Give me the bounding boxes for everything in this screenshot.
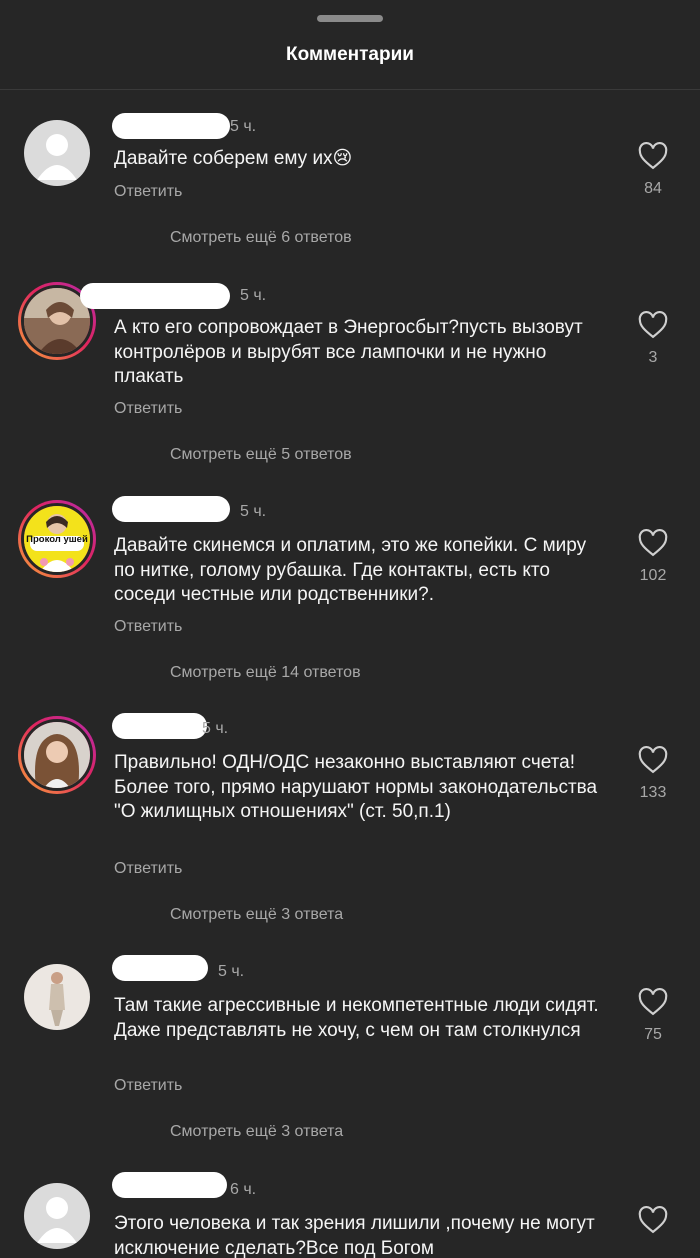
heart-icon[interactable]	[638, 311, 668, 339]
drag-handle[interactable]	[317, 15, 383, 22]
comment-time: 6 ч.	[230, 1181, 257, 1198]
like-control: 75	[630, 988, 676, 1044]
author-name-redacted[interactable]	[112, 113, 230, 139]
comment-text: Этого человека и так зрения лишили ,поче…	[114, 1213, 595, 1258]
sheet-title: Комментарии	[286, 44, 414, 65]
like-control: 3	[630, 311, 676, 367]
photo-avatar-icon[interactable]	[24, 964, 90, 1030]
like-control: 84	[630, 142, 676, 198]
heart-icon[interactable]	[638, 1206, 668, 1234]
like-count: 84	[644, 180, 662, 197]
comment-text: А кто его сопровождает в Энергосбыт?пуст…	[114, 317, 583, 387]
view-more-replies-button[interactable]: Смотреть ещё 14 ответов	[170, 664, 361, 682]
comment-text: Давайте соберем ему их😢	[114, 148, 353, 169]
like-control: 102	[630, 529, 676, 585]
comment-text: Там такие агрессивные и некомпетентные л…	[114, 995, 599, 1041]
like-count: 3	[648, 349, 658, 366]
reply-button[interactable]: Ответить	[114, 618, 182, 636]
comment-time: 5 ч.	[240, 287, 267, 304]
avatar-caption: Прокол ушей	[26, 534, 88, 545]
reply-button[interactable]: Ответить	[114, 400, 182, 418]
reply-button[interactable]: Ответить	[114, 1077, 182, 1095]
heart-icon[interactable]	[638, 142, 668, 170]
comment-time: 5 ч.	[202, 720, 229, 737]
author-name-redacted[interactable]	[80, 283, 230, 309]
author-name-redacted[interactable]	[112, 955, 208, 981]
view-more-replies-button[interactable]: Смотреть ещё 3 ответа	[170, 906, 343, 924]
view-more-replies-button[interactable]: Смотреть ещё 3 ответа	[170, 1123, 343, 1141]
comment-time: 5 ч.	[218, 963, 245, 980]
like-count: 102	[639, 567, 667, 584]
comments-sheet-header: Комментарии	[0, 0, 700, 90]
view-more-replies-button[interactable]: Смотреть ещё 5 ответов	[170, 446, 352, 464]
like-control	[630, 1206, 676, 1234]
default-avatar-icon[interactable]	[24, 1183, 90, 1249]
comment-time: 5 ч.	[230, 118, 257, 135]
author-name-redacted[interactable]	[112, 1172, 227, 1198]
view-more-replies-button[interactable]: Смотреть ещё 6 ответов	[170, 229, 352, 247]
comment-text: Давайте скинемся и оплатим, это же копей…	[114, 535, 587, 605]
comment-text: Правильно! ОДН/ОДС незаконно выставляют …	[114, 752, 598, 822]
author-name-redacted[interactable]	[112, 496, 230, 522]
like-control: 133	[630, 746, 676, 802]
heart-icon[interactable]	[638, 746, 668, 774]
reply-button[interactable]: Ответить	[114, 183, 182, 201]
heart-icon[interactable]	[638, 529, 668, 557]
heart-icon[interactable]	[638, 988, 668, 1016]
photo-avatar-icon[interactable]	[18, 716, 96, 794]
comment-time: 5 ч.	[240, 503, 267, 520]
default-avatar-icon[interactable]	[24, 120, 90, 186]
like-count: 133	[639, 784, 667, 801]
author-name-redacted[interactable]	[112, 713, 207, 739]
like-count: 75	[644, 1026, 662, 1043]
reply-button[interactable]: Ответить	[114, 860, 182, 878]
